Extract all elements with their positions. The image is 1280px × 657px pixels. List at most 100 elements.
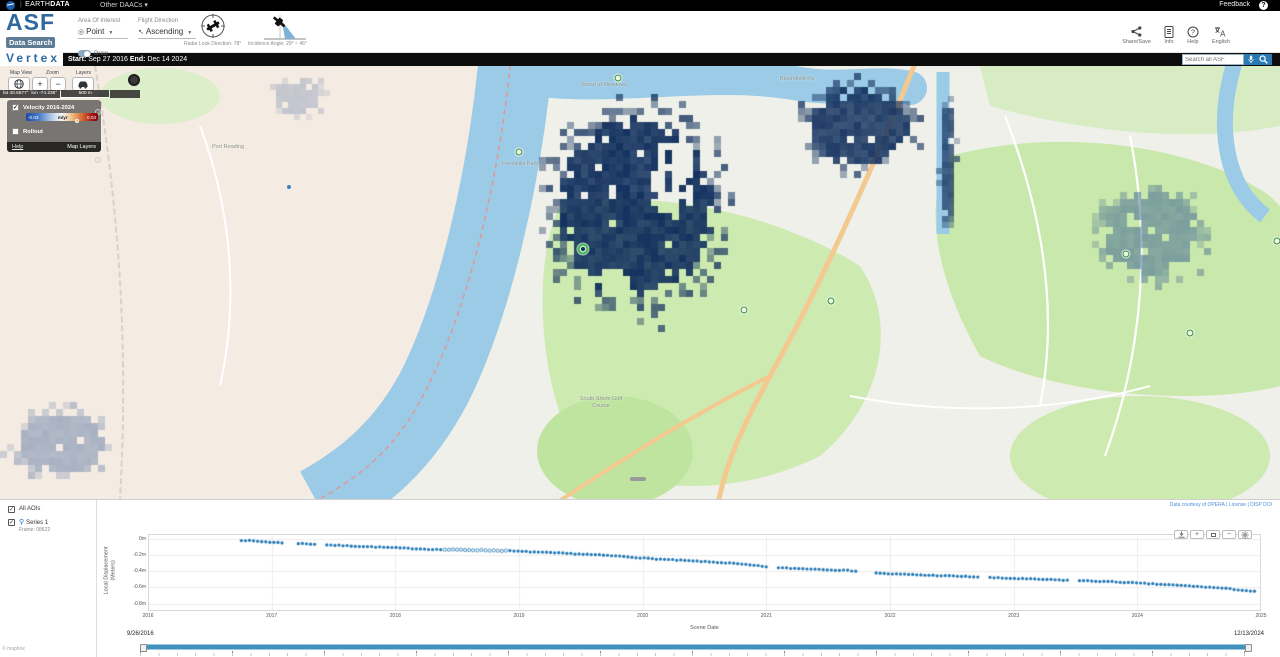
box-select-icon[interactable] [1206,530,1220,539]
aoi-dropdown[interactable]: ◎Point▼ [78,27,128,39]
zoom-out-icon[interactable]: − [1222,530,1236,539]
flight-direction-label: Flight Direction [138,18,196,24]
map-layers-button[interactable]: Map Layers [67,144,96,150]
layers-label: Layers [76,70,91,76]
incidence-angle-icon [262,15,308,41]
draw-toggle[interactable]: Draw [78,50,108,57]
point-icon: ◎ [78,29,84,36]
velocity-legend: -0.03 m/yr 0.03 [26,113,98,121]
aoi-marker[interactable] [1274,238,1280,245]
incidence-angle-caption: Incidence Angle: 29° ~ 46° [248,41,307,47]
velocity-layer-checkbox[interactable]: ✓ [12,104,19,111]
x-tick-label: 2023 [1008,613,1019,619]
earthdata-brand[interactable]: |EARTHDATA [20,1,70,8]
search-icon[interactable] [1259,55,1268,64]
map-scale: 500 m [61,90,109,98]
top-bar: |EARTHDATA Other DAACs ▾ Feedback ? [0,0,1280,11]
all-aois-checkbox[interactable]: ✓ [8,506,15,513]
velocity-layer-row: ✓ Velocity 2016-2024 i [12,104,106,111]
x-tick-label: 2020 [637,613,648,619]
share-save-button[interactable]: Share/Save [1122,25,1151,45]
chart-toolbar: + − [1174,530,1252,539]
coordinate-bar: lat 40.5677° lon -74.238° 500 m [0,90,141,98]
date-range-text: Start: Sep 27 2016 End: Dec 14 2024 [68,56,187,63]
help-link[interactable]: Help [12,144,23,150]
selected-point-marker[interactable] [578,244,589,255]
scale-spacer [110,90,140,98]
zoom-in-icon[interactable]: + [1190,530,1204,539]
layers-button[interactable] [72,77,94,91]
map-attribution: © mapbox [2,646,25,652]
info-icon [1164,25,1174,38]
language-icon: A [1212,25,1230,38]
date-range-bar: Start: Sep 27 2016 End: Dec 14 2024 [0,53,1280,66]
aoi-marker[interactable] [828,298,835,305]
download-icon[interactable] [1174,530,1188,539]
map-view-label: Map View [10,70,32,76]
x-tick-label: 2019 [513,613,524,619]
pin-icon: ⚲ [19,519,24,526]
help-button[interactable]: ? Help [1187,25,1199,45]
rollout-layer-checkbox[interactable] [12,128,19,135]
map-place-label: Bloomfield Pa [780,76,814,83]
aoi-marker[interactable] [615,75,622,82]
map-view-button[interactable] [8,77,30,91]
svg-text:A: A [1221,29,1227,38]
slider-end-date: 12/13/2024 [1234,631,1264,637]
y-tick-label: 0m [139,536,146,542]
flight-direction-dropdown[interactable]: ↖Ascending▼ [138,27,196,39]
x-tick-label: 2017 [266,613,277,619]
aoi-marker[interactable] [516,149,523,156]
header-actions: Share/Save Info ? Help A English [1122,25,1230,45]
asf-vertex-logo[interactable]: ASF Data Search Vertex [0,11,63,66]
x-tick-label: 2025 [1255,613,1266,619]
aoi-marker[interactable] [1123,251,1130,258]
scatter-series-canvas [149,535,1260,610]
flight-direction-group: Flight Direction ↖Ascending▼ [138,18,196,39]
zoom-in-button[interactable]: + [32,77,48,91]
rollout-layer-label: Rollout [23,129,43,135]
x-tick-label: 2021 [761,613,772,619]
microphone-icon[interactable] [1248,55,1254,64]
date-range-slider[interactable] [140,644,1252,650]
velocity-layer-label: Velocity 2016-2024 [23,105,74,111]
map-place-label: Island of Meadows [581,82,627,89]
zoom-out-button[interactable]: − [50,77,66,91]
map-layers-panel: ✓ Velocity 2016-2024 i -0.03 m/yr 0.03 R… [7,100,101,152]
plus-icon: + [37,79,42,89]
aoi-marker[interactable] [1187,330,1194,337]
language-button[interactable]: A English [1212,25,1230,45]
search-input[interactable] [1182,54,1244,65]
x-tick-label: 2018 [390,613,401,619]
panel-resize-handle[interactable] [630,477,646,481]
chevron-down-icon: ▼ [187,30,192,36]
app-header: Area Of Interest ◎Point▼ Draw Flight Dir… [0,11,1280,53]
settings-icon[interactable] [1238,530,1252,539]
map-place-label: Freshkills Park [502,161,538,168]
feedback-link[interactable]: Feedback [1219,1,1250,8]
other-daacs-menu[interactable]: Other DAACs ▾ [100,1,148,9]
y-tick-label: -0.8m [133,601,146,607]
zoom-label: Zoom [46,70,59,76]
series-label: Series 1 [26,520,48,526]
all-aois-row: ✓ All AOIs [8,506,40,513]
info-button[interactable]: Info [1164,25,1174,45]
topbar-help-icon[interactable]: ? [1259,1,1268,10]
data-courtesy-links[interactable]: Data courtesy of OPERA | License | DISP … [1170,502,1272,508]
layers-panel-footer: Help Map Layers [7,142,101,152]
aoi-label: Area Of Interest [78,18,128,24]
series-checkbox[interactable]: ✓ [8,519,15,526]
series-sidebar: ✓ All AOIs ✓ ⚲Series 1 Frame: 08622 [0,500,97,657]
y-tick-label: -0.6m [133,584,146,590]
y-tick-label: -0.2m [133,552,146,558]
rollout-info-icon[interactable]: i [95,157,101,163]
x-tick-label: 2022 [884,613,895,619]
aoi-marker[interactable] [287,185,291,189]
globe-icon [14,79,24,89]
map-canvas[interactable]: Island of MeadowsFreshkills ParkPort Rea… [0,66,1280,499]
help-icon: ? [1187,25,1199,38]
svg-text:?: ? [1191,29,1195,36]
locate-button[interactable] [128,74,140,86]
aoi-marker[interactable] [741,307,748,314]
minus-icon: − [55,79,60,89]
